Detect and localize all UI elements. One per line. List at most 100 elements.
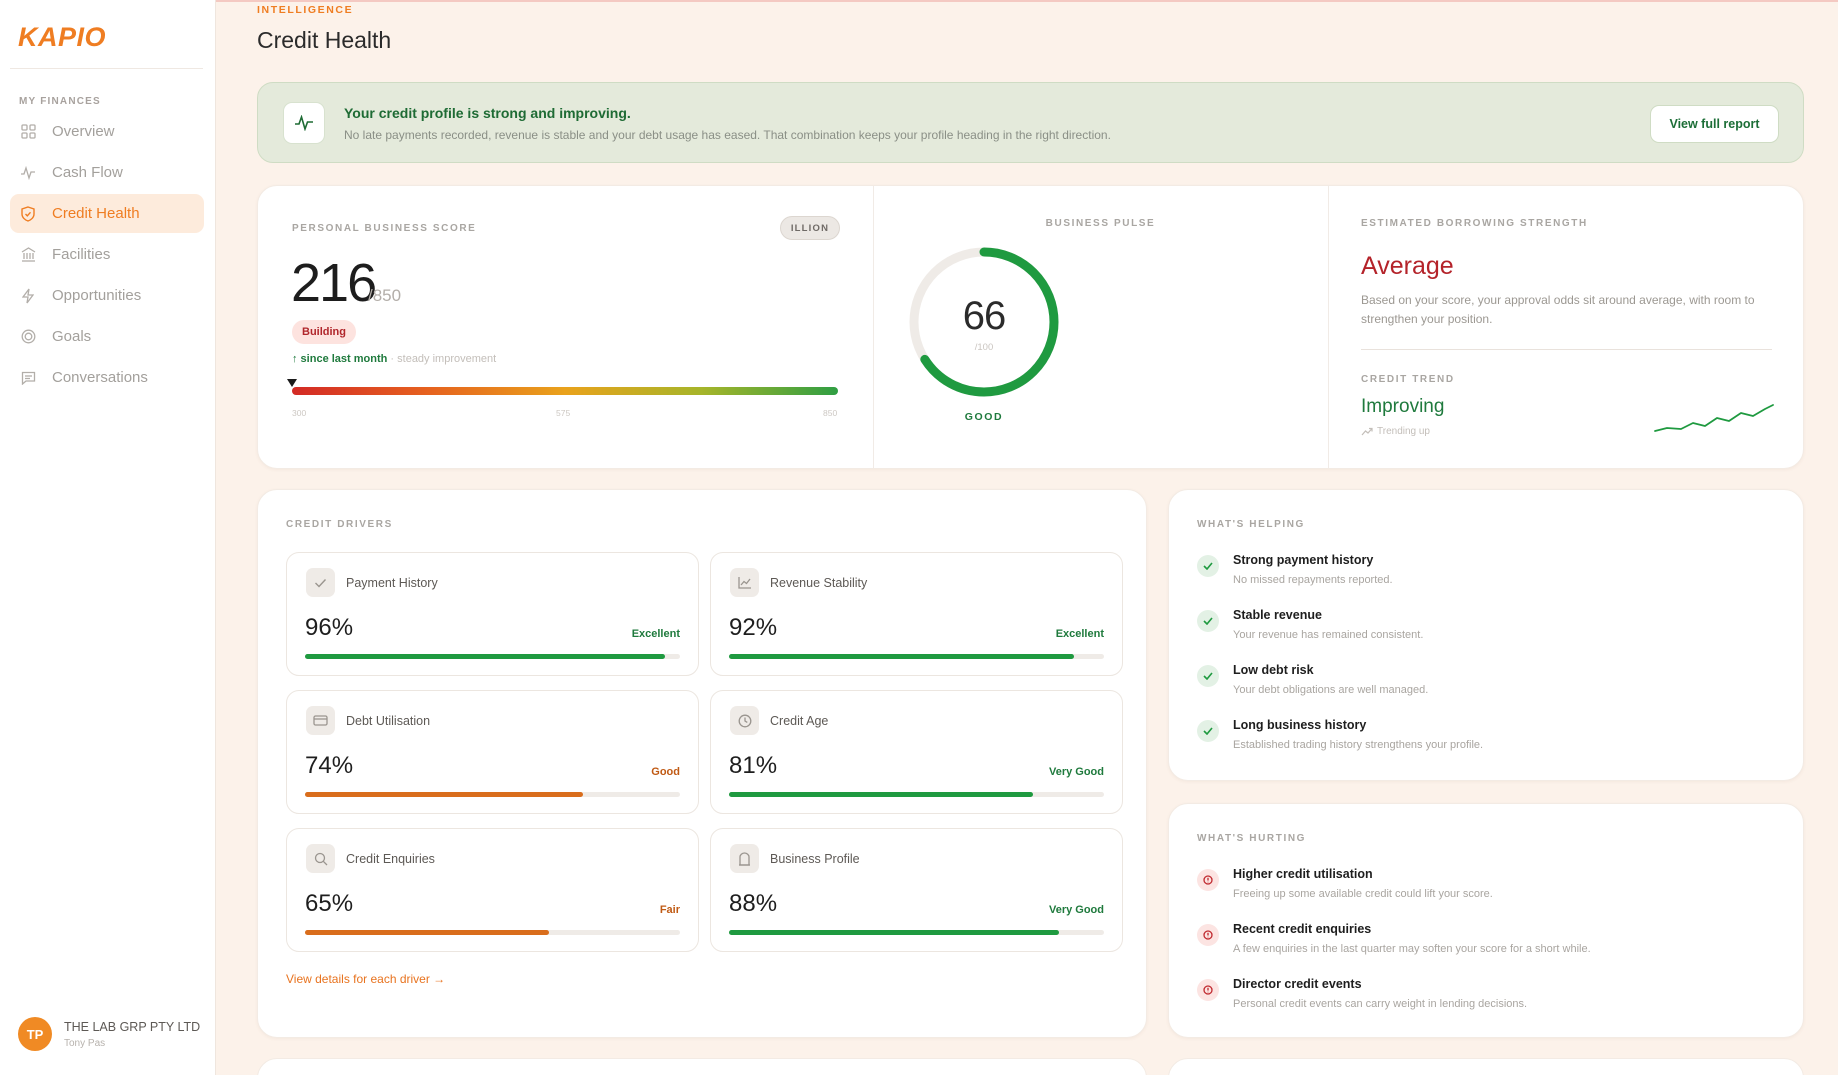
driver-value: 74%: [305, 752, 354, 779]
pulse-rating: GOOD: [964, 411, 1004, 423]
top-accent-line: [216, 0, 1838, 2]
chat-icon: [19, 369, 37, 387]
driver-name: Credit Age: [770, 714, 829, 728]
driver-progress-track: [305, 930, 680, 935]
scale-tick-max: 850: [823, 408, 838, 418]
driver-progress-track: [305, 792, 680, 797]
driver-progress-fill: [729, 930, 1059, 935]
driver-card-debt-utilisation[interactable]: Debt Utilisation 74% Good: [286, 690, 699, 814]
whats-hurting-card: WHAT'S HURTING Higher credit utilisation…: [1168, 803, 1804, 1038]
view-full-report-button[interactable]: View full report: [1650, 105, 1779, 143]
whats-helping-label: WHAT'S HELPING: [1197, 519, 1305, 530]
hurting-description: Freeing up some available credit could l…: [1233, 888, 1493, 900]
driver-rating: Very Good: [1048, 904, 1104, 916]
driver-progress-fill: [729, 792, 1033, 797]
helping-description: No missed repayments reported.: [1233, 574, 1393, 586]
driver-name: Business Profile: [770, 852, 860, 866]
helping-description: Your debt obligations are well managed.: [1233, 684, 1429, 696]
scale-tick-min: 300: [292, 408, 307, 418]
driver-rating: Excellent: [1055, 628, 1104, 640]
user-profile[interactable]: TP THE LAB GRP PTY LTD Tony Pas: [18, 1017, 200, 1051]
sidebar-divider: [10, 68, 203, 69]
trending-up-icon: [1361, 427, 1373, 436]
driver-progress-track: [729, 654, 1104, 659]
building-icon: [730, 844, 759, 873]
driver-name: Debt Utilisation: [346, 714, 431, 728]
driver-progress-track: [729, 792, 1104, 797]
sidebar-item-goals[interactable]: Goals: [10, 317, 204, 356]
credit-drivers-card: CREDIT DRIVERS Payment History 96% Excel…: [257, 489, 1147, 1038]
driver-card-payment-history[interactable]: Payment History 96% Excellent: [286, 552, 699, 676]
page-eyebrow: INTELLIGENCE: [257, 4, 354, 16]
driver-progress-track: [729, 930, 1104, 935]
credit-trend-value: Improving: [1361, 396, 1445, 417]
score-max: /850: [368, 286, 402, 305]
driver-card-business-profile[interactable]: Business Profile 88% Very Good: [710, 828, 1123, 952]
sidebar-item-facilities[interactable]: Facilities: [10, 235, 204, 274]
borrowing-strength-value: Average: [1361, 252, 1454, 280]
provider-badge: ILLION: [780, 216, 840, 240]
driver-name: Credit Enquiries: [346, 852, 435, 866]
score-card: PERSONAL BUSINESS SCORE ILLION 216 /850 …: [257, 185, 1804, 469]
driver-card-credit-age[interactable]: Credit Age 81% Very Good: [710, 690, 1123, 814]
personal-business-score-label: PERSONAL BUSINESS SCORE: [292, 223, 477, 234]
user-name: Tony Pas: [64, 1037, 106, 1049]
driver-progress-fill: [305, 792, 583, 797]
sidebar-item-opportunities[interactable]: Opportunities: [10, 276, 204, 315]
driver-rating: Very Good: [1048, 766, 1104, 778]
driver-progress-fill: [305, 654, 665, 659]
view-driver-details-link[interactable]: View details for each driver →: [286, 972, 445, 986]
alert-circle-icon: [1197, 979, 1219, 1001]
driver-card-revenue-stability[interactable]: Revenue Stability 92% Excellent: [710, 552, 1123, 676]
check-circle-icon: [1197, 720, 1219, 742]
alert-circle-icon: [1197, 869, 1219, 891]
credit-trend-sub-text: Trending up: [1377, 426, 1430, 437]
status-banner: Your credit profile is strong and improv…: [257, 82, 1804, 163]
credit-trend-sub: Trending up: [1361, 426, 1430, 437]
sidebar: KAPIO MY FINANCES Overview Cash Flow Cre…: [0, 0, 216, 1075]
sidebar-item-conversations[interactable]: Conversations: [10, 358, 204, 397]
score-marker: [287, 379, 297, 387]
business-pulse-label: BUSINESS PULSE: [1045, 218, 1156, 229]
driver-progress-fill: [305, 930, 549, 935]
helping-description: Established trading history strengthens …: [1233, 739, 1484, 751]
bolt-icon: [19, 287, 37, 305]
helping-title: Long business history: [1233, 718, 1367, 732]
banner-title: Your credit profile is strong and improv…: [344, 105, 631, 121]
score-value: 216: [291, 253, 377, 313]
driver-card-credit-enquiries[interactable]: Credit Enquiries 65% Fair: [286, 828, 699, 952]
driver-rating: Fair: [659, 904, 680, 916]
sidebar-item-label: Facilities: [52, 246, 111, 263]
check-circle-icon: [1197, 610, 1219, 632]
clock-icon: [730, 706, 759, 735]
sidebar-item-cash-flow[interactable]: Cash Flow: [10, 153, 204, 192]
helping-title: Stable revenue: [1233, 608, 1322, 622]
sidebar-item-label: Conversations: [52, 369, 148, 386]
sidebar-item-credit-health[interactable]: Credit Health: [10, 194, 204, 233]
hurting-title: Director credit events: [1233, 977, 1362, 991]
column-divider: [1328, 186, 1329, 468]
sidebar-item-label: Cash Flow: [52, 164, 123, 181]
check-icon: [306, 568, 335, 597]
score-scale-bar: [292, 387, 838, 395]
kapio-logo[interactable]: KAPIO: [18, 22, 106, 53]
driver-progress-fill: [729, 654, 1074, 659]
hurting-title: Recent credit enquiries: [1233, 922, 1372, 936]
sidebar-item-label: Goals: [52, 328, 92, 345]
credit-trend-label: CREDIT TREND: [1361, 374, 1455, 385]
check-circle-icon: [1197, 555, 1219, 577]
sidebar-item-overview[interactable]: Overview: [10, 112, 204, 151]
status-badge: Building: [292, 320, 356, 344]
helping-title: Strong payment history: [1233, 553, 1374, 567]
whats-hurting-label: WHAT'S HURTING: [1197, 833, 1307, 844]
borrowing-strength-label: ESTIMATED BORROWING STRENGTH: [1361, 218, 1588, 229]
pulse-icon: [19, 164, 37, 182]
alert-circle-icon: [1197, 924, 1219, 946]
nav-section-label: MY FINANCES: [19, 96, 101, 107]
sidebar-item-label: Opportunities: [52, 287, 142, 304]
driver-value: 88%: [729, 890, 778, 917]
activity-icon: [283, 102, 325, 144]
hurting-description: Personal credit events can carry weight …: [1233, 998, 1528, 1010]
score-change: ↑ since last month · steady improvement: [292, 353, 496, 365]
whats-helping-card: WHAT'S HELPING Strong payment history No…: [1168, 489, 1804, 781]
